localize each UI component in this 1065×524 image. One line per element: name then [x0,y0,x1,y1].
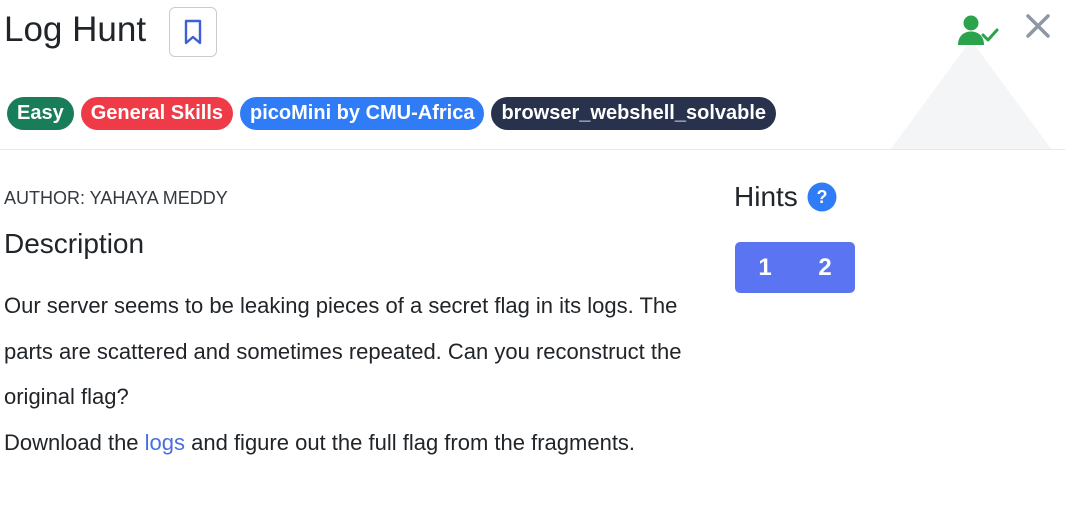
help-icon[interactable]: ? [807,182,837,212]
user-check-icon[interactable] [957,14,999,48]
svg-text:?: ? [816,187,827,207]
tag-difficulty[interactable]: Easy [7,97,74,130]
description-body: Our server seems to be leaking pieces of… [4,283,704,465]
description-paragraph: Our server seems to be leaking pieces of… [4,293,682,409]
author-label: AUTHOR: YAHAYA MEDDY [4,188,228,208]
header-divider [0,149,1065,150]
tag-event[interactable]: picoMini by CMU-Africa [240,97,485,130]
download-text-before: Download the [4,429,145,455]
challenge-modal: Log Hunt Easy General Skills picoMini by… [0,0,1065,524]
background-decoration [890,40,1052,150]
tag-category[interactable]: General Skills [80,97,234,130]
tag-browser-webshell[interactable]: browser_webshell_solvable [491,97,777,130]
hint-1-button[interactable]: 1 [735,242,795,293]
logs-download-link[interactable]: logs [145,430,185,455]
hint-button-group: 1 2 [735,242,855,293]
hints-header: Hints ? [734,178,837,216]
bookmark-icon [184,19,202,45]
description-download-line: Download the logs and figure out the ful… [4,420,704,466]
download-text-after: and figure out the full flag from the fr… [185,429,636,455]
hints-title: Hints [734,181,798,212]
hint-2-button[interactable]: 2 [795,242,855,293]
challenge-title: Log Hunt [4,10,147,49]
tag-list: Easy General Skills picoMini by CMU-Afri… [7,97,777,130]
bookmark-button[interactable] [169,7,217,57]
description-heading: Description [4,228,145,259]
close-icon[interactable] [1024,12,1052,40]
